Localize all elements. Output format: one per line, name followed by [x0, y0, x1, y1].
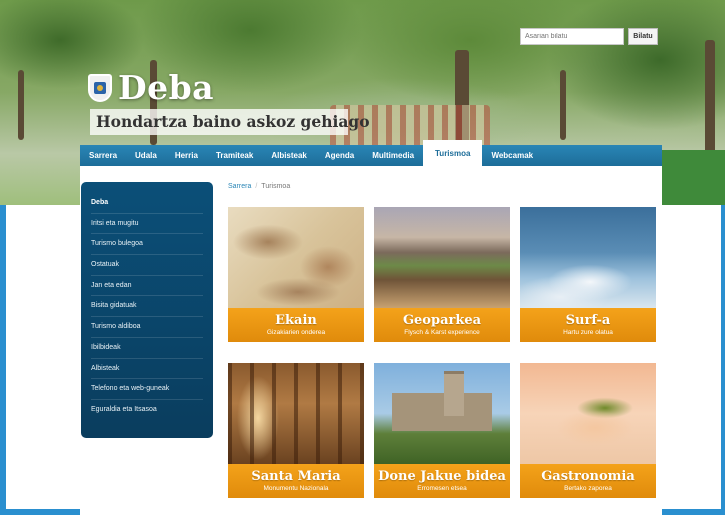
coastline-image [374, 207, 510, 308]
nav-item-agenda[interactable]: Agenda [316, 145, 363, 166]
card-santa-maria[interactable]: Santa Maria Monumentu Nazionala [228, 363, 364, 498]
card-subtitle: Flysch & Karst experience [404, 329, 480, 336]
card-band: Gastronomia Bertako zaporea [520, 464, 656, 498]
card-title: Gastronomia [541, 469, 635, 484]
sidebar-item-telefono[interactable]: Telefono eta web-guneak [91, 379, 203, 400]
search-input[interactable] [520, 28, 624, 45]
logo-text: Deba [118, 68, 215, 107]
card-ekain[interactable]: Ekain Gizakiarien onderea [228, 207, 364, 342]
card-band: Geoparkea Flysch & Karst experience [374, 308, 510, 342]
search-button[interactable]: Bilatu [628, 28, 658, 45]
card-title: Santa Maria [251, 469, 341, 484]
card-done-jakue[interactable]: Done Jakue bidea Erromesen etsea [374, 363, 510, 498]
sidebar-item-turismo-aldiboa[interactable]: Turismo aldiboa [91, 317, 203, 338]
nav-item-sarrera[interactable]: Sarrera [80, 145, 126, 166]
cave-painting-image [228, 207, 364, 308]
site-logo[interactable]: Deba [88, 68, 214, 107]
card-title: Geoparkea [402, 313, 482, 328]
card-title: Ekain [275, 313, 317, 328]
nav-item-multimedia[interactable]: Multimedia [363, 145, 423, 166]
card-subtitle: Erromesen etsea [417, 485, 467, 492]
hermitage-image [374, 363, 510, 464]
site-tagline: Hondartza baino askoz gehiago [90, 109, 370, 135]
card-subtitle: Gizakiarien onderea [266, 329, 326, 336]
church-cloister-image [228, 363, 364, 464]
sidebar-item-albisteak[interactable]: Albisteak [91, 359, 203, 380]
card-subtitle: Bertako zaporea [564, 485, 612, 492]
card-band: Ekain Gizakiarien onderea [228, 308, 364, 342]
breadcrumb: Sarrera / Turismoa [228, 183, 291, 190]
nav-item-turismoa[interactable]: Turismoa [423, 140, 483, 166]
nav-item-udala[interactable]: Udala [126, 145, 166, 166]
sidebar-item-bisita-gidatuak[interactable]: Bisita gidatuak [91, 296, 203, 318]
sidebar-item-deba[interactable]: Deba [91, 193, 203, 214]
card-subtitle: Hartu zure olatua [563, 329, 613, 336]
card-surf[interactable]: Surf-a Hartu zure olatua [520, 207, 656, 342]
card-title: Done Jakue bidea [378, 469, 506, 484]
nav-item-webcamak[interactable]: Webcamak [482, 145, 542, 166]
sidebar-item-ibilbideak[interactable]: Ibilbideak [91, 338, 203, 359]
card-band: Done Jakue bidea Erromesen etsea [374, 464, 510, 498]
card-gastronomia[interactable]: Gastronomia Bertako zaporea [520, 363, 656, 498]
sidebar-item-iritsi[interactable]: Iritsi eta mugitu [91, 214, 203, 235]
card-title: Surf-a [565, 313, 611, 328]
nav-item-herria[interactable]: Herria [166, 145, 207, 166]
nav-item-tramiteak[interactable]: Tramiteak [207, 145, 262, 166]
card-band: Santa Maria Monumentu Nazionala [228, 464, 364, 498]
card-subtitle: Monumentu Nazionala [263, 485, 329, 492]
main-nav: Sarrera Udala Herria Tramiteak Albisteak… [80, 140, 662, 166]
nav-item-albisteak[interactable]: Albisteak [262, 145, 316, 166]
card-band: Surf-a Hartu zure olatua [520, 308, 656, 342]
sidebar-item-eguraldia[interactable]: Eguraldia eta Itsasoa [91, 400, 203, 421]
sidebar-item-jan-edan[interactable]: Jan eta edan [91, 276, 203, 297]
card-geoparkea[interactable]: Geoparkea Flysch & Karst experience [374, 207, 510, 342]
breadcrumb-home-link[interactable]: Sarrera [228, 183, 251, 190]
sidebar-item-turismo-bulegoa[interactable]: Turismo bulegoa [91, 234, 203, 256]
sidebar-item-ostatuak[interactable]: Ostatuak [91, 255, 203, 276]
breadcrumb-current: Turismoa [261, 183, 291, 190]
food-dish-image [520, 363, 656, 464]
surfer-image [520, 207, 656, 308]
coat-of-arms-icon [88, 73, 112, 102]
sidebar-menu: Deba Iritsi eta mugitu Turismo bulegoa O… [81, 182, 213, 438]
